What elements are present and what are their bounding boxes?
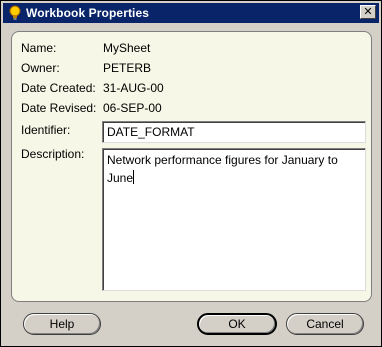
owner-label: Owner: xyxy=(21,61,60,75)
identifier-value: DATE_FORMAT xyxy=(107,125,195,139)
description-value: Network performance figures for January … xyxy=(107,153,338,185)
help-button[interactable]: Help xyxy=(23,313,101,335)
cancel-button[interactable]: Cancel xyxy=(286,313,364,335)
name-value: MySheet xyxy=(103,41,151,55)
date-created-label: Date Created: xyxy=(21,81,96,95)
close-button[interactable]: ✕ xyxy=(360,5,376,19)
description-label: Description: xyxy=(21,147,85,161)
cancel-button-label: Cancel xyxy=(306,317,344,331)
date-revised-value: 06-SEP-00 xyxy=(103,101,162,115)
ok-button[interactable]: OK xyxy=(197,313,277,335)
identifier-label: Identifier: xyxy=(21,123,71,137)
bulb-icon xyxy=(7,5,23,21)
description-textarea[interactable]: Network performance figures for January … xyxy=(102,148,366,291)
workbook-properties-dialog: Workbook Properties ✕ Name: MySheet Owne… xyxy=(0,0,382,347)
name-label: Name: xyxy=(21,41,57,55)
date-created-row: Date Created: 31-AUG-00 xyxy=(21,81,164,95)
window-title: Workbook Properties xyxy=(26,6,150,20)
name-row: Name: MySheet xyxy=(21,41,150,55)
date-created-value: 31-AUG-00 xyxy=(103,81,164,95)
close-icon: ✕ xyxy=(363,5,373,18)
help-button-label: Help xyxy=(49,317,75,331)
text-caret xyxy=(133,170,135,184)
owner-row: Owner: PETERB xyxy=(21,61,151,75)
date-revised-label: Date Revised: xyxy=(21,101,97,115)
title-bar[interactable]: Workbook Properties ✕ xyxy=(3,3,379,23)
ok-button-label: OK xyxy=(228,317,246,331)
owner-value: PETERB xyxy=(103,61,152,75)
date-revised-row: Date Revised: 06-SEP-00 xyxy=(21,101,162,115)
identifier-input[interactable]: DATE_FORMAT xyxy=(102,121,366,143)
